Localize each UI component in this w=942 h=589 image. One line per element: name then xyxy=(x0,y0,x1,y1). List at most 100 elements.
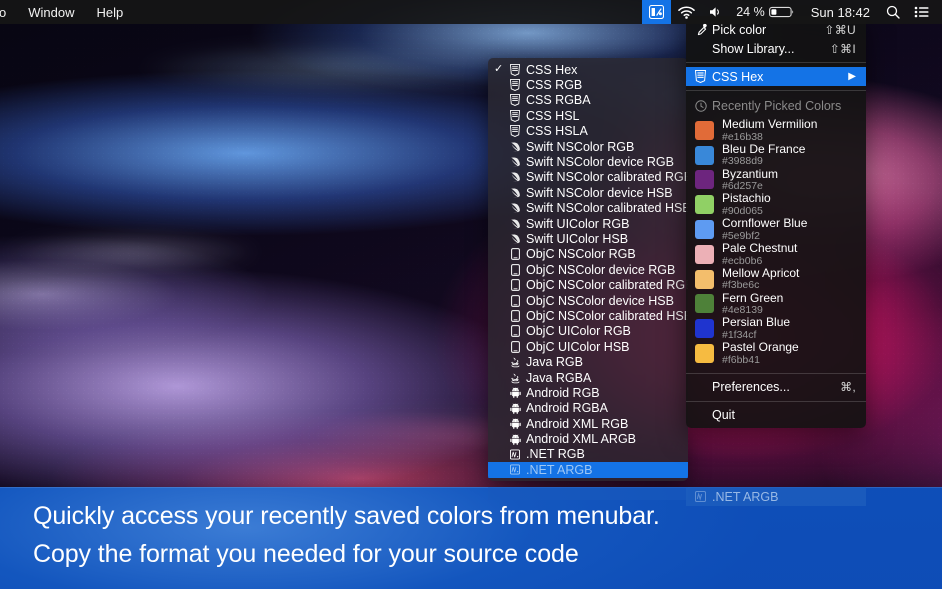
recent-color-row[interactable]: Pastel Orange#f6bb41 xyxy=(686,341,866,366)
recent-color-row[interactable]: Pale Chestnut#ecb0b6 xyxy=(686,242,866,267)
recent-color-row[interactable]: Medium Vermilion#e16b38 xyxy=(686,118,866,143)
format-item-objc-nscolor-calibrated-rgb[interactable]: ObjC NSColor calibrated RGB xyxy=(488,277,688,292)
color-swatch[interactable] xyxy=(695,294,714,313)
format-item-java-rgba[interactable]: Java RGBA xyxy=(488,370,688,385)
recent-color-row[interactable]: Persian Blue#1f34cf xyxy=(686,316,866,341)
color-swatch[interactable] xyxy=(695,319,714,338)
battery-icon xyxy=(769,6,795,18)
clock-icon xyxy=(695,100,712,112)
format-item-objc-uicolor-hsb[interactable]: ObjC UIColor HSB xyxy=(488,339,688,354)
preferences-shortcut: ⌘, xyxy=(840,380,856,394)
format-item-objc-nscolor-device-hsb[interactable]: ObjC NSColor device HSB xyxy=(488,293,688,308)
caption-banner: .NET ARGB Quickly access your recently s… xyxy=(0,487,942,589)
format-item-android-rgba[interactable]: Android RGBA xyxy=(488,401,688,416)
color-hex: #3988d9 xyxy=(722,156,805,167)
menu-window[interactable]: Window xyxy=(17,0,85,24)
format-item-label: Android XML RGB xyxy=(523,417,628,431)
menu-item-show-library[interactable]: Show Library... ⇧⌘I xyxy=(686,39,866,58)
color-swatch[interactable] xyxy=(695,344,714,363)
color-swatch[interactable] xyxy=(695,270,714,289)
recent-color-row[interactable]: Fern Green#4e8139 xyxy=(686,292,866,317)
menu-item-dotnet-argb-clipped[interactable]: .NET ARGB xyxy=(686,487,866,506)
format-item-swift-nscolor-rgb[interactable]: Swift NSColor RGB xyxy=(488,139,688,154)
format-item-objc-nscolor-device-rgb[interactable]: ObjC NSColor device RGB xyxy=(488,262,688,277)
color-text: Fern Green#4e8139 xyxy=(714,292,783,317)
recent-colors-list: Medium Vermilion#e16b38Bleu De France#39… xyxy=(686,116,866,369)
recent-color-row[interactable]: Cornflower Blue#5e9bf2 xyxy=(686,217,866,242)
search-icon[interactable] xyxy=(879,0,907,24)
menu-item-preferences[interactable]: Preferences... ⌘, xyxy=(686,378,866,397)
format-item-label: Android RGBA xyxy=(523,401,608,415)
color-picker-app-icon[interactable] xyxy=(642,0,671,24)
color-text: Persian Blue#1f34cf xyxy=(714,316,790,341)
format-item-net-argb[interactable]: .NET ARGB xyxy=(488,462,688,477)
color-name: Pale Chestnut xyxy=(722,242,797,255)
preferences-label: Preferences... xyxy=(712,380,840,394)
format-item-swift-nscolor-device-rgb[interactable]: Swift NSColor device RGB xyxy=(488,154,688,169)
format-item-label: ObjC UIColor HSB xyxy=(523,340,630,354)
recent-color-row[interactable]: Bleu De France#3988d9 xyxy=(686,143,866,168)
color-name: Fern Green xyxy=(722,292,783,305)
recently-picked-colors-header: Recently Picked Colors xyxy=(686,95,866,116)
color-swatch[interactable] xyxy=(695,121,714,140)
recent-color-row[interactable]: Mellow Apricot#f3be6c xyxy=(686,267,866,292)
format-item-swift-uicolor-rgb[interactable]: Swift UIColor RGB xyxy=(488,216,688,231)
quit-label: Quit xyxy=(712,408,856,422)
android-icon xyxy=(507,403,523,414)
screen: o Window Help 24 % Sun 18:42 xyxy=(0,0,942,589)
menu-item-quit[interactable]: Quit xyxy=(686,406,866,425)
format-item-label: Swift NSColor calibrated RGB xyxy=(523,170,688,184)
menu-divider-4 xyxy=(686,401,866,402)
color-swatch[interactable] xyxy=(695,220,714,239)
battery-percent-label: 24 % xyxy=(736,5,769,19)
color-name: Medium Vermilion xyxy=(722,118,817,131)
format-item-label: .NET RGB xyxy=(523,447,585,461)
format-item-java-rgb[interactable]: Java RGB xyxy=(488,354,688,369)
format-item-swift-nscolor-calibrated-rgb[interactable]: Swift NSColor calibrated RGB xyxy=(488,170,688,185)
format-item-css-hsla[interactable]: CSS HSLA xyxy=(488,124,688,139)
wifi-icon[interactable] xyxy=(671,0,702,24)
color-swatch[interactable] xyxy=(695,170,714,189)
volume-icon[interactable] xyxy=(702,0,729,24)
format-item-swift-nscolor-calibrated-hsb[interactable]: Swift NSColor calibrated HSB xyxy=(488,201,688,216)
color-swatch[interactable] xyxy=(695,146,714,165)
format-item-css-rgb[interactable]: CSS RGB xyxy=(488,77,688,92)
format-item-objc-nscolor-rgb[interactable]: ObjC NSColor RGB xyxy=(488,247,688,262)
format-item-swift-uicolor-hsb[interactable]: Swift UIColor HSB xyxy=(488,231,688,246)
color-swatch[interactable] xyxy=(695,245,714,264)
swift-icon xyxy=(507,171,523,183)
format-item-label: Swift UIColor RGB xyxy=(523,217,630,231)
format-item-android-xml-argb[interactable]: Android XML ARGB xyxy=(488,431,688,446)
objc-icon xyxy=(507,295,523,307)
menu-truncated[interactable]: o xyxy=(0,0,17,24)
format-item-css-rgba[interactable]: CSS RGBA xyxy=(488,93,688,108)
format-item-net-rgb[interactable]: .NET RGB xyxy=(488,447,688,462)
color-text: Pale Chestnut#ecb0b6 xyxy=(714,242,797,267)
format-item-objc-nscolor-calibrated-hsb[interactable]: ObjC NSColor calibrated HSB xyxy=(488,308,688,323)
swift-icon xyxy=(507,187,523,199)
format-item-css-hsl[interactable]: CSS HSL xyxy=(488,108,688,123)
menu-item-format-css-hex[interactable]: CSS Hex ▶ xyxy=(686,67,866,86)
color-text: Pastel Orange#f6bb41 xyxy=(714,341,799,366)
color-name: Pistachio xyxy=(722,192,771,205)
control-center-icon[interactable] xyxy=(907,0,936,24)
format-item-css-hex[interactable]: ✓CSS Hex xyxy=(488,62,688,77)
battery-status[interactable]: 24 % xyxy=(729,0,802,24)
menu-help[interactable]: Help xyxy=(85,0,134,24)
clock-datetime[interactable]: Sun 18:42 xyxy=(802,0,879,24)
dotnet-icon xyxy=(695,491,712,502)
color-text: Byzantium#6d257e xyxy=(714,168,778,193)
format-item-label: CSS HSL xyxy=(523,109,580,123)
format-item-android-xml-rgb[interactable]: Android XML RGB xyxy=(488,416,688,431)
color-swatch[interactable] xyxy=(695,195,714,214)
recent-color-row[interactable]: Byzantium#6d257e xyxy=(686,168,866,193)
css3-icon xyxy=(507,110,523,122)
format-item-android-rgb[interactable]: Android RGB xyxy=(488,385,688,400)
color-name: Cornflower Blue xyxy=(722,217,807,230)
recent-color-row[interactable]: Pistachio#90d065 xyxy=(686,192,866,217)
format-item-label: CSS HSLA xyxy=(523,124,588,138)
menu-divider-2 xyxy=(686,90,866,91)
objc-icon xyxy=(507,264,523,276)
format-item-objc-uicolor-rgb[interactable]: ObjC UIColor RGB xyxy=(488,324,688,339)
format-item-swift-nscolor-device-hsb[interactable]: Swift NSColor device HSB xyxy=(488,185,688,200)
